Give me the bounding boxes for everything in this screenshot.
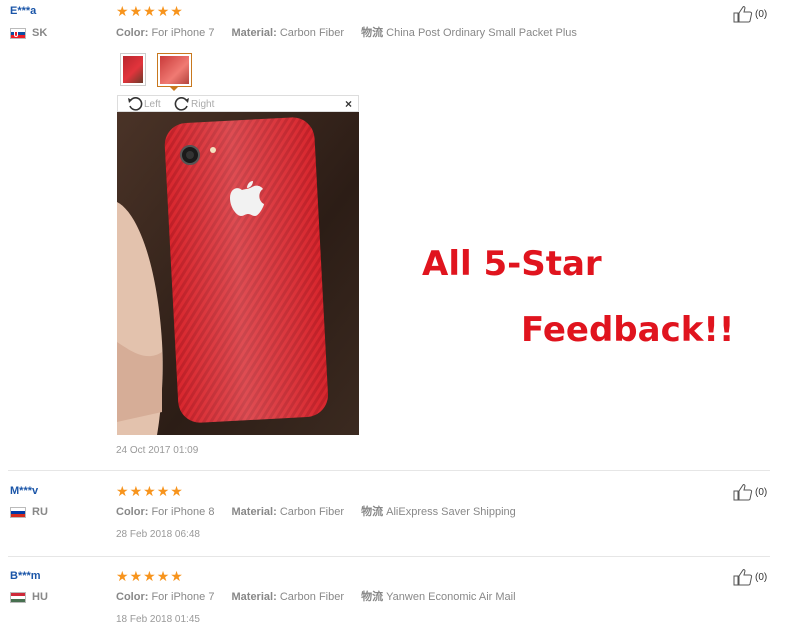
helpful-count: (0) xyxy=(755,8,768,20)
order-attributes: Color: For iPhone 7 Material: Carbon Fib… xyxy=(116,588,530,604)
shipping-value: China Post Ordinary Small Packet Plus xyxy=(386,27,577,39)
rotate-left-button[interactable]: Left xyxy=(127,96,161,112)
star-icon: ★ xyxy=(116,3,129,19)
star-rating: ★ ★ ★ ★ ★ xyxy=(116,4,183,18)
helpful-button[interactable]: (0) xyxy=(733,568,767,586)
review-date: 24 Oct 2017 01:09 xyxy=(116,445,199,456)
star-icon: ★ xyxy=(129,568,143,584)
star-icon: ★ xyxy=(170,483,183,499)
material-value: Carbon Fiber xyxy=(279,506,345,518)
review-photo xyxy=(117,112,359,435)
material-label: Material: xyxy=(231,506,277,518)
helpful-count: (0) xyxy=(755,486,768,498)
star-icon: ★ xyxy=(143,3,156,19)
reviewer-country: SK xyxy=(10,27,47,39)
thumbnail-image xyxy=(160,56,189,84)
helpful-button[interactable]: (0) xyxy=(733,483,767,501)
shipping-value: AliExpress Saver Shipping xyxy=(386,506,516,518)
color-value: For iPhone 7 xyxy=(151,27,215,39)
order-attributes: Color: For iPhone 7 Material: Carbon Fib… xyxy=(116,24,591,40)
color-label: Color: xyxy=(116,591,149,603)
order-attributes: Color: For iPhone 8 Material: Carbon Fib… xyxy=(116,503,530,519)
flag-icon xyxy=(10,27,26,39)
flag-icon xyxy=(10,591,26,603)
shipping-value: Yanwen Economic Air Mail xyxy=(386,591,516,603)
color-label: Color: xyxy=(116,27,149,39)
star-icon: ★ xyxy=(170,568,183,584)
review-photo-thumbnail[interactable] xyxy=(120,53,146,86)
helpful-count: (0) xyxy=(755,571,768,583)
photo-viewer-toolbar: Left Right × xyxy=(117,95,359,112)
review-divider xyxy=(8,556,770,557)
review-photo-thumbnail[interactable] xyxy=(157,53,192,87)
reviewer-country: RU xyxy=(10,506,48,518)
star-icon: ★ xyxy=(143,483,156,499)
reviewer-name: M***v xyxy=(10,485,39,497)
reviewer-country: HU xyxy=(10,591,48,603)
flag-icon xyxy=(10,506,26,518)
selected-thumbnail-pointer xyxy=(169,86,179,91)
star-icon: ★ xyxy=(143,568,156,584)
thumbs-up-icon xyxy=(733,484,753,501)
material-label: Material: xyxy=(231,27,277,39)
helpful-button[interactable]: (0) xyxy=(733,5,767,23)
star-icon: ★ xyxy=(156,483,170,499)
reviewer-name: B***m xyxy=(10,570,41,582)
shipping-label: 物流 xyxy=(361,591,384,603)
phone-photo-image xyxy=(117,112,359,435)
star-icon: ★ xyxy=(129,483,143,499)
promo-line-2: Feedback!! xyxy=(521,310,735,350)
country-code: HU xyxy=(32,591,48,603)
star-icon: ★ xyxy=(156,3,170,19)
color-value: For iPhone 8 xyxy=(151,506,215,518)
rotate-right-label: Right xyxy=(191,98,215,110)
close-icon[interactable]: × xyxy=(345,97,352,111)
material-label: Material: xyxy=(231,591,277,603)
star-icon: ★ xyxy=(170,3,183,19)
thumbs-up-icon xyxy=(733,6,753,23)
material-value: Carbon Fiber xyxy=(279,27,345,39)
country-code: RU xyxy=(32,506,48,518)
star-icon: ★ xyxy=(116,568,129,584)
reviewer-name: E***a xyxy=(10,5,37,17)
star-icon: ★ xyxy=(116,483,129,499)
star-rating: ★ ★ ★ ★ ★ xyxy=(116,484,183,498)
rotate-left-label: Left xyxy=(144,98,161,110)
thumbs-up-icon xyxy=(733,569,753,586)
rotate-left-icon xyxy=(128,97,143,111)
review-divider xyxy=(8,470,770,471)
review-date: 18 Feb 2018 01:45 xyxy=(116,614,200,625)
color-label: Color: xyxy=(116,506,149,518)
promo-line-1: All 5-Star xyxy=(422,244,602,284)
star-icon: ★ xyxy=(129,3,143,19)
rotate-right-button[interactable]: Right xyxy=(174,96,214,112)
star-rating: ★ ★ ★ ★ ★ xyxy=(116,569,183,583)
rotate-right-icon xyxy=(174,97,189,111)
thumbnail-image xyxy=(123,56,143,83)
material-value: Carbon Fiber xyxy=(279,591,345,603)
review-date: 28 Feb 2018 06:48 xyxy=(116,529,200,540)
country-code: SK xyxy=(32,27,48,39)
shipping-label: 物流 xyxy=(361,27,384,39)
shipping-label: 物流 xyxy=(361,506,384,518)
star-icon: ★ xyxy=(156,568,170,584)
color-value: For iPhone 7 xyxy=(151,591,215,603)
